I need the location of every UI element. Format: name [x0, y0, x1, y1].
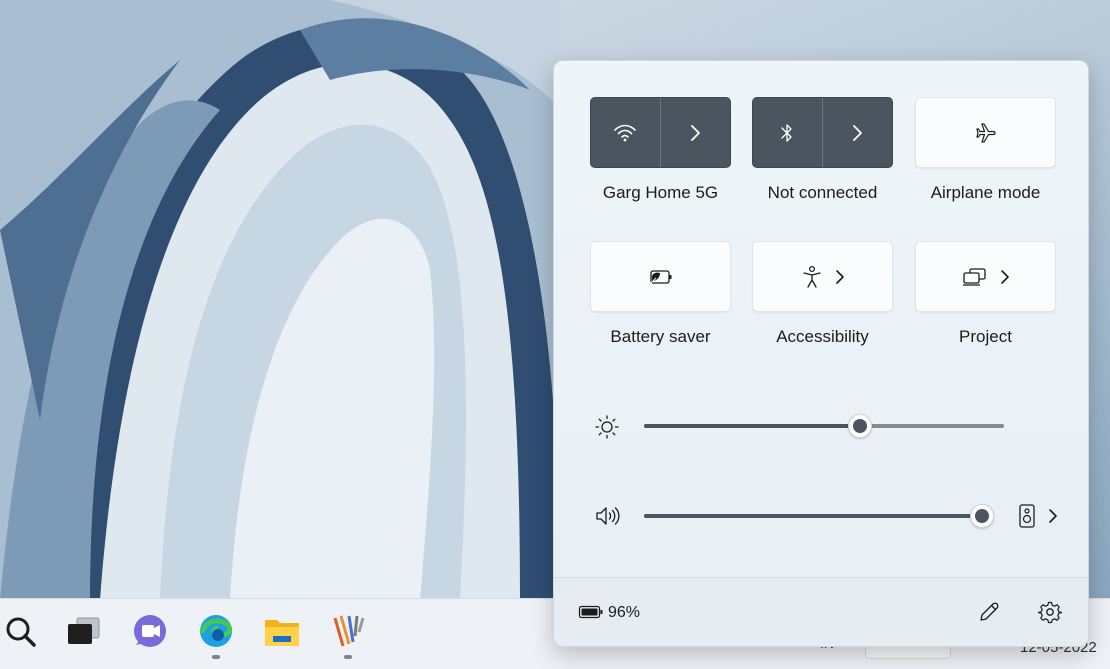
chevron-right-icon — [691, 124, 701, 141]
audio-output-button[interactable] — [1018, 503, 1058, 529]
chevron-right-icon — [1000, 269, 1009, 284]
project-tile[interactable] — [915, 241, 1056, 312]
pencil-icon[interactable] — [977, 600, 1001, 629]
wifi-tile[interactable] — [590, 97, 731, 168]
quick-settings-panel: Garg Home 5G Not connected Airplane mode… — [553, 60, 1089, 647]
project-label: Project — [959, 327, 1012, 346]
bluetooth-toggle[interactable] — [753, 98, 823, 167]
gear-icon[interactable] — [1037, 600, 1063, 629]
volume-slider-thumb[interactable] — [969, 504, 994, 528]
chevron-right-icon — [1049, 509, 1057, 523]
volume-slider-fill — [644, 514, 982, 518]
bluetooth-label: Not connected — [767, 183, 878, 202]
search-icon[interactable] — [0, 611, 40, 651]
chevron-right-icon — [835, 269, 844, 284]
wifi-label: Garg Home 5G — [602, 183, 719, 202]
task-view-icon[interactable] — [64, 611, 104, 651]
accessibility-label: Accessibility — [776, 327, 869, 346]
speaker-device-icon — [1019, 504, 1035, 528]
bluetooth-tile[interactable] — [752, 97, 893, 168]
airplane-mode-label: Airplane mode — [930, 183, 1041, 202]
volume-slider[interactable] — [644, 514, 992, 518]
battery-icon[interactable] — [578, 604, 604, 625]
brightness-slider-fill — [644, 424, 860, 428]
brightness-icon — [594, 414, 620, 445]
speaker-icon[interactable] — [594, 504, 622, 533]
quick-settings-main: Garg Home 5G Not connected Airplane mode… — [554, 61, 1088, 577]
edge-icon[interactable] — [196, 611, 236, 651]
app-icon[interactable] — [328, 611, 368, 651]
brightness-slider[interactable] — [644, 424, 1004, 428]
accessibility-tile[interactable] — [752, 241, 893, 312]
bluetooth-more-button[interactable] — [823, 98, 893, 167]
battery-saver-tile[interactable] — [590, 241, 731, 312]
wifi-icon — [614, 124, 637, 141]
quick-settings-footer: 96% — [554, 577, 1088, 646]
airplane-mode-tile[interactable] — [915, 97, 1056, 168]
accessibility-icon — [802, 265, 821, 288]
airplane-icon — [975, 122, 996, 143]
edge-running-indicator — [212, 655, 220, 659]
chevron-right-icon — [853, 124, 863, 141]
bluetooth-icon — [781, 123, 792, 142]
brightness-slider-thumb[interactable] — [848, 414, 872, 438]
battery-saver-icon — [649, 269, 671, 284]
project-icon — [962, 267, 986, 286]
wifi-more-button[interactable] — [661, 98, 731, 167]
battery-saver-label: Battery saver — [610, 327, 711, 346]
app-running-indicator — [344, 655, 352, 659]
file-explorer-icon[interactable] — [262, 611, 302, 651]
chat-icon[interactable] — [130, 611, 170, 651]
battery-percentage[interactable]: 96% — [608, 604, 640, 622]
wifi-toggle[interactable] — [591, 98, 661, 167]
